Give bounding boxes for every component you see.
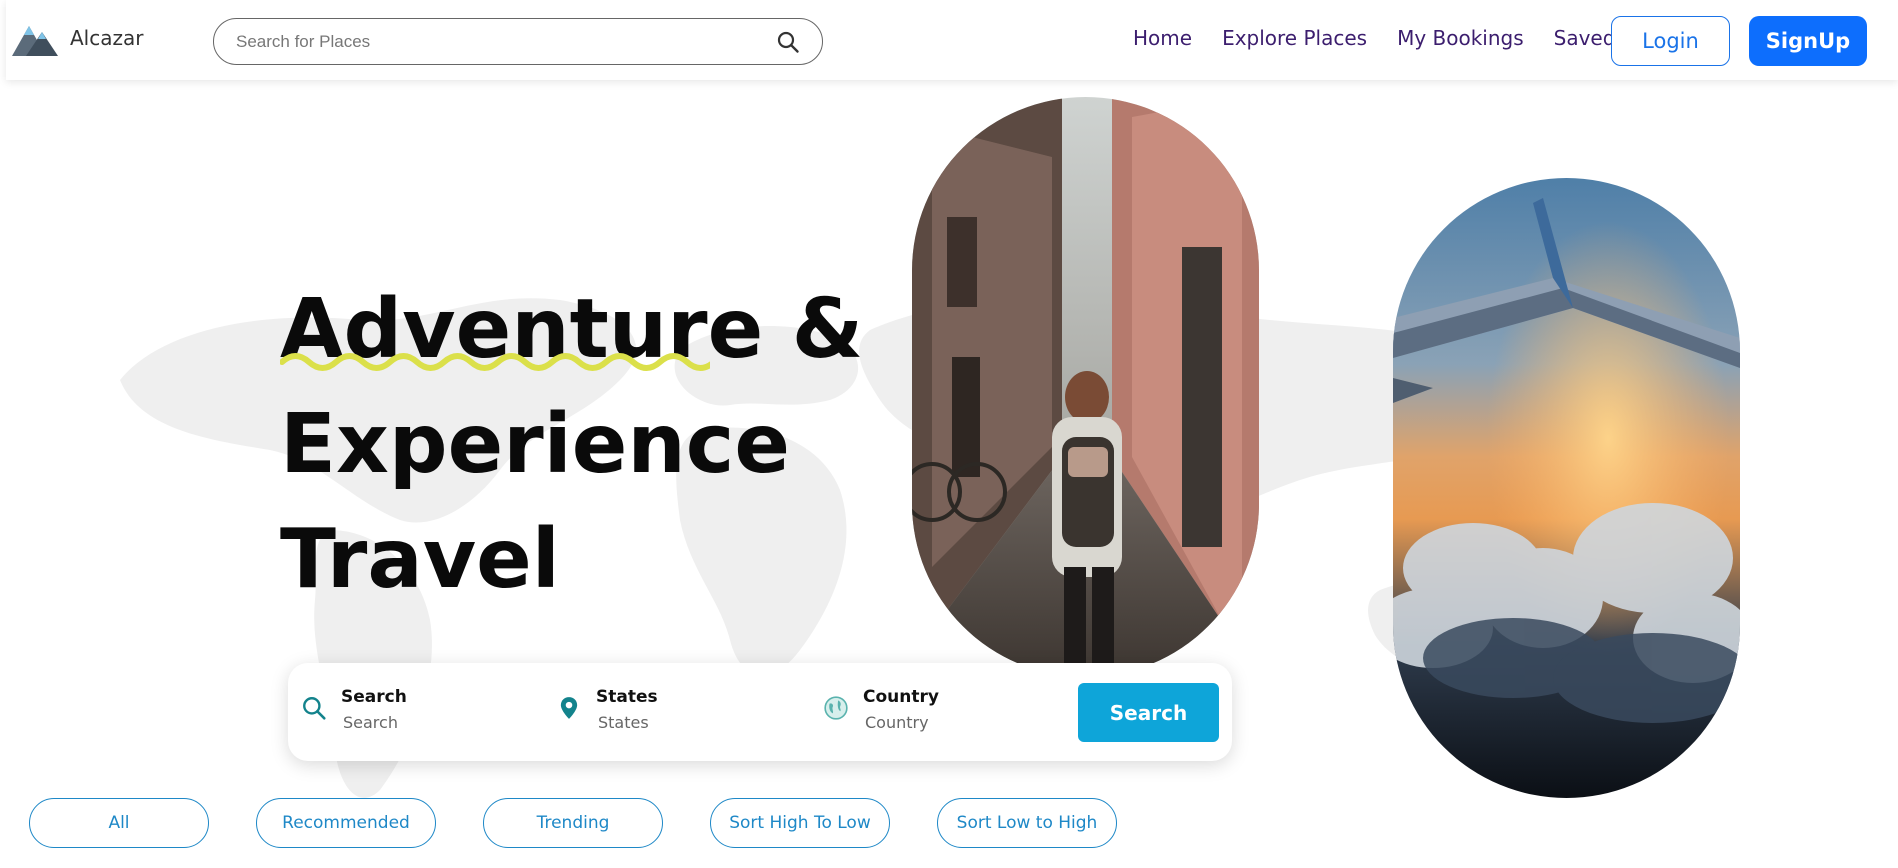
login-button[interactable]: Login <box>1611 16 1730 66</box>
brand-name: Alcazar <box>70 26 144 50</box>
location-pin-icon <box>560 697 578 719</box>
mountain-logo-icon <box>12 26 58 56</box>
hero-title: Adventure & Experience Travel <box>280 272 863 617</box>
airplane-wing-clouds-photo <box>1393 178 1740 798</box>
top-search-input[interactable] <box>214 19 768 64</box>
brand[interactable]: Alcazar <box>12 20 143 56</box>
states-field-value: States <box>598 713 649 732</box>
navbar: Alcazar Home Explore Places My Bookings … <box>6 0 1898 80</box>
filter-chip-sort-high-to-low[interactable]: Sort High To Low <box>710 798 890 848</box>
search-icon[interactable] <box>768 22 808 62</box>
squiggle-underline <box>280 353 710 371</box>
filter-chip-sort-low-to-high[interactable]: Sort Low to High <box>937 798 1117 848</box>
alley-traveler-photo <box>912 97 1259 677</box>
country-field-value: Country <box>865 713 929 732</box>
country-field[interactable]: Country Country <box>823 687 939 732</box>
states-field[interactable]: States States <box>556 687 658 732</box>
search-field-value: Search <box>343 713 398 732</box>
nav-link-explore-places[interactable]: Explore Places <box>1222 26 1367 50</box>
search-field-label: Search <box>341 687 407 707</box>
nav-link-saved[interactable]: Saved <box>1554 26 1616 50</box>
nav-link-home[interactable]: Home <box>1133 26 1192 50</box>
search-icon <box>303 697 326 720</box>
top-search-bar <box>213 18 823 65</box>
hero-line-2: Experience <box>280 397 790 492</box>
filter-chip-recommended[interactable]: Recommended <box>256 798 436 848</box>
country-field-label: Country <box>863 687 939 707</box>
nav-link-my-bookings[interactable]: My Bookings <box>1397 26 1524 50</box>
filter-chip-trending[interactable]: Trending <box>483 798 663 848</box>
search-field[interactable]: Search Search <box>301 687 407 732</box>
signup-button[interactable]: SignUp <box>1749 16 1867 66</box>
filter-chips: All Recommended Trending Sort High To Lo… <box>29 798 1117 848</box>
filter-chip-all[interactable]: All <box>29 798 209 848</box>
states-field-label: States <box>596 687 658 707</box>
nav-links: Home Explore Places My Bookings Saved <box>1133 26 1645 50</box>
hero-line-3: Travel <box>280 512 560 607</box>
search-panel: Search Search States States Country Coun… <box>288 663 1232 761</box>
search-button[interactable]: Search <box>1078 683 1219 742</box>
globe-icon <box>824 696 848 720</box>
